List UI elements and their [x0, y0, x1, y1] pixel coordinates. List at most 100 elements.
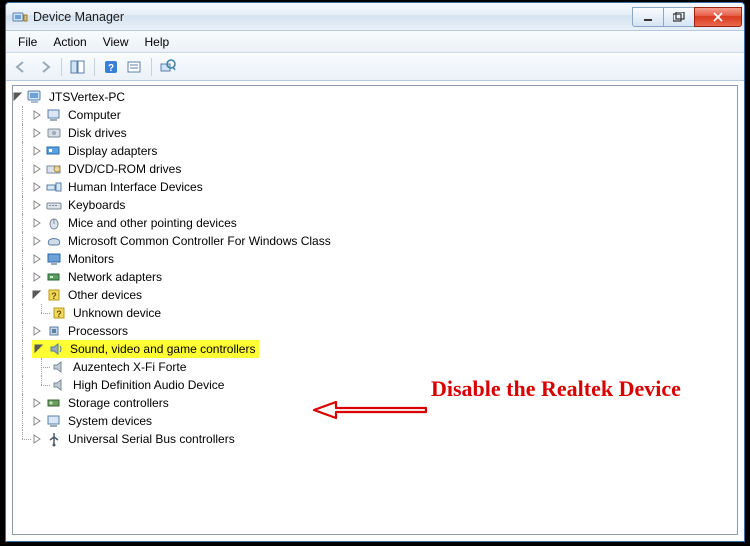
hid-icon: [46, 179, 62, 195]
category-display-adapters[interactable]: Display adapters: [13, 142, 737, 160]
tree-label: Unknown device: [71, 305, 163, 321]
svg-text:?: ?: [108, 63, 114, 74]
expand-icon[interactable]: [32, 142, 46, 160]
device-auzentech[interactable]: Auzentech X-Fi Forte: [13, 358, 737, 376]
menu-help[interactable]: Help: [137, 33, 178, 51]
processor-icon: [46, 323, 62, 339]
menu-bar: File Action View Help: [6, 31, 744, 53]
tree-label: JTSVertex-PC: [47, 89, 127, 105]
back-button[interactable]: [10, 56, 32, 78]
controller-icon: [46, 233, 62, 249]
category-disk-drives[interactable]: Disk drives: [13, 124, 737, 142]
tree-label: Microsoft Common Controller For Windows …: [66, 233, 333, 249]
cdrom-icon: [46, 161, 62, 177]
disk-icon: [46, 125, 62, 141]
tree-label: Computer: [66, 107, 123, 123]
keyboard-icon: [46, 197, 62, 213]
category-other-devices[interactable]: ? Other devices: [13, 286, 737, 304]
tree-label: System devices: [66, 413, 154, 429]
category-system-devices[interactable]: System devices: [13, 412, 737, 430]
minimize-button[interactable]: [632, 7, 664, 27]
window-title: Device Manager: [33, 10, 633, 24]
unknown-device-icon: ?: [51, 305, 67, 321]
expand-icon[interactable]: [32, 232, 46, 250]
device-manager-window: Device Manager File Action View Help: [5, 2, 745, 542]
close-button[interactable]: [694, 7, 742, 27]
monitor-icon: [46, 251, 62, 267]
collapse-icon[interactable]: [32, 286, 46, 304]
collapse-icon[interactable]: [34, 340, 48, 358]
toolbar-separator: [151, 58, 152, 76]
expand-icon[interactable]: [32, 196, 46, 214]
device-unknown[interactable]: ? Unknown device: [13, 304, 737, 322]
category-sound[interactable]: Sound, video and game controllers: [13, 340, 737, 358]
show-hide-console-button[interactable]: [67, 56, 89, 78]
toolbar-separator: [61, 58, 62, 76]
expand-icon[interactable]: [32, 214, 46, 232]
display-adapter-icon: [46, 143, 62, 159]
menu-view[interactable]: View: [95, 33, 137, 51]
tree-label: Processors: [66, 323, 130, 339]
expand-icon[interactable]: [32, 412, 46, 430]
expand-icon[interactable]: [32, 268, 46, 286]
tree-label: High Definition Audio Device: [71, 377, 226, 393]
storage-icon: [46, 395, 62, 411]
category-network[interactable]: Network adapters: [13, 268, 737, 286]
mouse-icon: [46, 215, 62, 231]
computer-icon: [27, 89, 43, 105]
category-mice[interactable]: Mice and other pointing devices: [13, 214, 737, 232]
forward-button[interactable]: [34, 56, 56, 78]
tree-label: Display adapters: [66, 143, 159, 159]
category-storage[interactable]: Storage controllers: [13, 394, 737, 412]
tree-label: Universal Serial Bus controllers: [66, 431, 237, 447]
tree-label: Human Interface Devices: [66, 179, 205, 195]
help-button[interactable]: ?: [100, 56, 122, 78]
sound-device-icon: [51, 359, 67, 375]
tree-view[interactable]: JTSVertex-PC Computer Disk drives Di: [12, 85, 738, 535]
expand-icon[interactable]: [32, 322, 46, 340]
category-monitors[interactable]: Monitors: [13, 250, 737, 268]
other-devices-icon: ?: [46, 287, 62, 303]
tree-label: Other devices: [66, 287, 144, 303]
app-icon: [12, 9, 28, 25]
tree-label: Network adapters: [66, 269, 164, 285]
menu-file[interactable]: File: [10, 33, 45, 51]
tree-root[interactable]: JTSVertex-PC: [13, 88, 737, 106]
expand-icon[interactable]: [32, 430, 46, 448]
expand-icon[interactable]: [32, 124, 46, 142]
category-keyboards[interactable]: Keyboards: [13, 196, 737, 214]
properties-button[interactable]: [124, 56, 146, 78]
category-ms-controller[interactable]: Microsoft Common Controller For Windows …: [13, 232, 737, 250]
category-hid[interactable]: Human Interface Devices: [13, 178, 737, 196]
scan-hardware-button[interactable]: [157, 56, 179, 78]
device-hd-audio[interactable]: High Definition Audio Device: [13, 376, 737, 394]
expand-icon[interactable]: [32, 106, 46, 124]
category-computer[interactable]: Computer: [13, 106, 737, 124]
system-icon: [46, 413, 62, 429]
expand-icon[interactable]: [32, 160, 46, 178]
expand-icon[interactable]: [32, 178, 46, 196]
tree-label: Monitors: [66, 251, 116, 267]
tree-label: Keyboards: [66, 197, 127, 213]
sound-icon: [48, 341, 64, 357]
sound-device-icon: [51, 377, 67, 393]
tree-label: Mice and other pointing devices: [66, 215, 239, 231]
toolbar-separator: [94, 58, 95, 76]
category-usb[interactable]: Universal Serial Bus controllers: [13, 430, 737, 448]
computer-icon: [46, 107, 62, 123]
network-icon: [46, 269, 62, 285]
category-processors[interactable]: Processors: [13, 322, 737, 340]
title-bar: Device Manager: [6, 3, 744, 31]
collapse-icon[interactable]: [13, 88, 27, 106]
tree-label: DVD/CD-ROM drives: [66, 161, 183, 177]
svg-text:?: ?: [51, 291, 57, 301]
expand-icon[interactable]: [32, 250, 46, 268]
tree-label: Storage controllers: [66, 395, 171, 411]
tree-label: Disk drives: [66, 125, 129, 141]
tree-label: Auzentech X-Fi Forte: [71, 359, 188, 375]
menu-action[interactable]: Action: [45, 33, 94, 51]
expand-icon[interactable]: [32, 394, 46, 412]
usb-icon: [46, 431, 62, 447]
maximize-button[interactable]: [663, 7, 695, 27]
category-dvd-cdrom[interactable]: DVD/CD-ROM drives: [13, 160, 737, 178]
